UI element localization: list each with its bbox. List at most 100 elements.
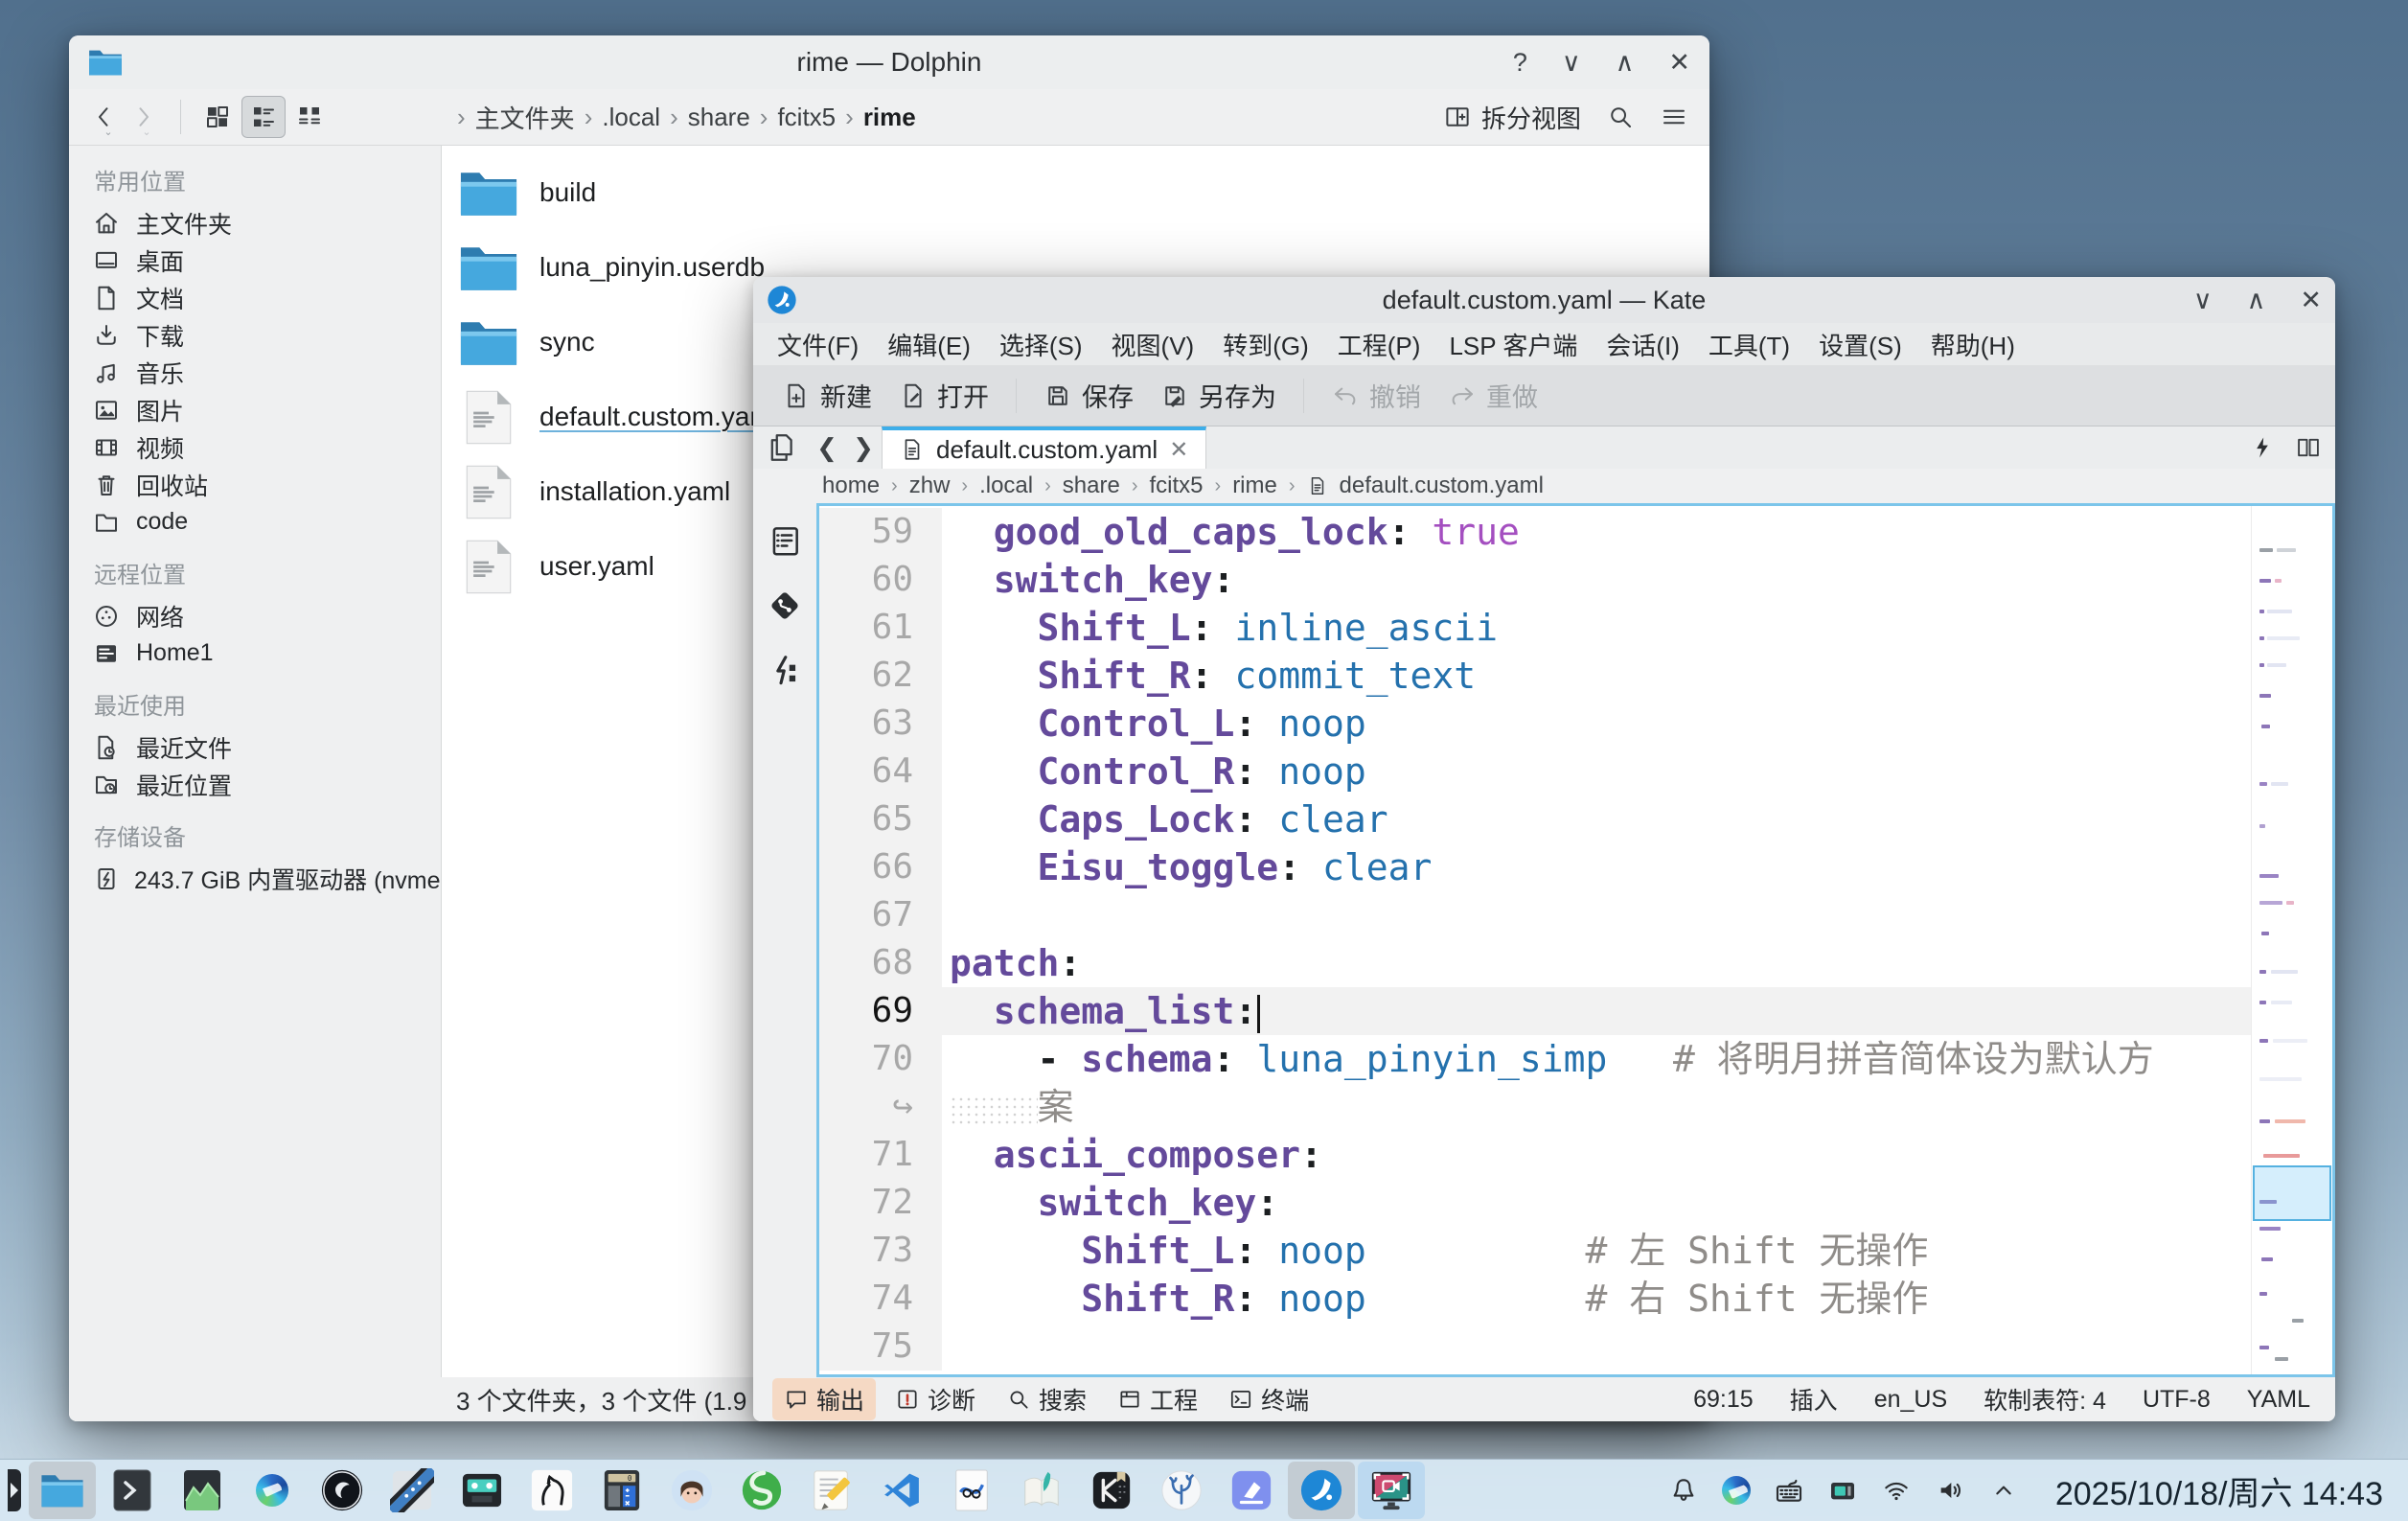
breadcrumb-item[interactable]: .local [979,472,1033,499]
split-view-icon[interactable] [2295,434,2322,461]
taskbar-app-kate[interactable] [1288,1462,1355,1519]
breadcrumb-item[interactable]: zhw [909,472,951,499]
split-view-button[interactable]: 拆分视图 [1443,100,1581,135]
statusbar-project-button[interactable]: 工程 [1106,1378,1209,1420]
compact-view-button[interactable] [287,96,332,138]
icons-view-button[interactable] [195,96,240,138]
breadcrumb-item[interactable]: .local [602,103,660,132]
taskbar-app-koodo[interactable] [1078,1462,1145,1519]
sidebar-item-主文件夹[interactable]: 主文件夹 [92,204,431,242]
taskbar-app-green-swirl[interactable] [728,1462,795,1519]
minimize-button[interactable]: ∨ [2193,288,2213,313]
sidebar-item-回收站[interactable]: 回收站 [92,466,431,503]
statusbar-info[interactable]: 69:15 [1693,1386,1754,1414]
taskbar-app-eraser[interactable] [1218,1462,1285,1519]
menu-LSP 客户端[interactable]: LSP 客户端 [1434,327,1592,362]
taskbar-app-cassette[interactable] [448,1462,516,1519]
taskbar-app-obs[interactable] [309,1462,376,1519]
taskbar-app-dolphin[interactable] [29,1462,96,1519]
git-icon[interactable] [767,588,803,624]
maximize-button[interactable]: ∧ [2247,288,2266,313]
sidebar-item-文档[interactable]: 文档 [92,279,431,316]
menu-选择[interactable]: 选择(S) [985,327,1097,362]
sidebar-item-网络[interactable]: 网络 [92,597,431,634]
menu-会话[interactable]: 会话(I) [1592,327,1694,362]
close-button[interactable]: ✕ [1668,50,1690,76]
search-icon[interactable] [1606,103,1635,131]
breadcrumb-item[interactable]: share [1063,472,1120,499]
undo-button[interactable]: 撤销 [1318,377,1434,414]
taskbar-app-kdenlive[interactable] [378,1462,446,1519]
menu-设置[interactable]: 设置(S) [1804,327,1916,362]
breadcrumb-item[interactable]: rime [1232,472,1277,499]
details-view-button[interactable] [241,96,286,138]
tray-notifications-icon[interactable] [1668,1475,1699,1506]
snippets-icon[interactable] [767,653,803,689]
tab-forward-icon[interactable]: ❯ [845,426,882,469]
taskbar-app-vscode[interactable] [868,1462,935,1519]
statusbar-info[interactable]: 插入 [1790,1382,1838,1417]
breadcrumb-item[interactable]: fcitx5 [1150,472,1204,499]
breadcrumb-item[interactable]: 主文件夹 [475,100,575,135]
tray-input-method-icon[interactable] [1827,1475,1858,1506]
forward-button[interactable] [128,103,167,131]
statusbar-info[interactable]: YAML [2247,1386,2310,1414]
tray-keyboard-icon[interactable] [1774,1475,1804,1506]
sidebar-item-最近位置[interactable]: 最近位置 [92,766,431,803]
taskbar-app-notes[interactable] [798,1462,865,1519]
statusbar-info[interactable]: 软制表符: 4 [1984,1382,2106,1417]
tray-expand-icon[interactable] [1988,1475,2019,1506]
statusbar-terminal-button[interactable]: 终端 [1217,1378,1320,1420]
text-editor[interactable]: 59 good_old_caps_lock: true60 switch_key… [816,503,2335,1377]
taskbar-app-konsole[interactable] [99,1462,166,1519]
menu-工具[interactable]: 工具(T) [1694,327,1804,362]
tab-default-custom-yaml[interactable]: default.custom.yaml ✕ [882,426,1206,469]
documents-stack-icon[interactable] [753,426,809,469]
sidebar-item-Home1[interactable]: Home1 [92,634,431,672]
sidebar-item-视频[interactable]: 视频 [92,428,431,466]
menu-文件[interactable]: 文件(F) [763,327,873,362]
clock[interactable]: 2025/10/18/周六 14:43 [2042,1467,2383,1514]
menu-视图[interactable]: 视图(V) [1097,327,1209,362]
minimize-button[interactable]: ∨ [1562,50,1581,76]
breadcrumb-item[interactable]: home [822,472,880,499]
statusbar-info[interactable]: en_US [1874,1386,1947,1414]
tray-edge-icon[interactable] [1722,1476,1751,1505]
tab-back-icon[interactable]: ❮ [809,426,845,469]
sidebar-item-音乐[interactable]: 音乐 [92,354,431,391]
menu-icon[interactable] [1660,103,1688,131]
breadcrumb-current-file[interactable]: default.custom.yaml [1340,472,1544,499]
back-button[interactable] [90,103,128,131]
sidebar-item-下载[interactable]: 下载 [92,316,431,354]
close-button[interactable]: ✕ [2300,288,2322,313]
statusbar-output-button[interactable]: 输出 [772,1378,876,1420]
minimap-viewport[interactable] [2253,1165,2331,1221]
taskbar-app-system-monitor[interactable] [169,1462,236,1519]
menu-转到[interactable]: 转到(G) [1208,327,1323,362]
menu-工程[interactable]: 工程(P) [1323,327,1435,362]
quick-open-icon[interactable] [2249,434,2276,461]
statusbar-info[interactable]: UTF-8 [2143,1386,2211,1414]
minimap-scrollbar[interactable] [2251,506,2332,1374]
taskbar-app-coral[interactable] [1148,1462,1215,1519]
sidebar-item-243.7-GiB-内置驱动器-(nvme0n1p7)[interactable]: 243.7 GiB 内置驱动器 (nvme0n1p7) [92,860,431,924]
menu-编辑[interactable]: 编辑(E) [873,327,985,362]
documents-icon[interactable] [767,522,803,559]
taskbar-app-chess[interactable] [518,1462,585,1519]
launcher-edge-icon[interactable] [8,1469,21,1511]
save-button[interactable]: 保存 [1030,377,1147,414]
sidebar-item-code[interactable]: code [92,503,431,541]
file-row-build[interactable]: build [457,155,1709,230]
tab-close-icon[interactable]: ✕ [1169,436,1188,464]
breadcrumb-item[interactable]: rime [863,103,916,132]
tray-wifi-icon[interactable] [1881,1475,1912,1506]
menu-帮助[interactable]: 帮助(H) [1916,327,2030,362]
statusbar-search-button[interactable]: 搜索 [995,1378,1098,1420]
help-button[interactable]: ? [1513,50,1527,76]
doc-open-button[interactable]: 打开 [885,377,1002,414]
dolphin-titlebar[interactable]: rime — Dolphin ?∨∧✕ [69,35,1709,89]
kate-titlebar[interactable]: default.custom.yaml — Kate ∨∧✕ [753,277,2335,323]
sidebar-item-最近文件[interactable]: 最近文件 [92,728,431,766]
redo-button[interactable]: 重做 [1434,377,1551,414]
taskbar-app-avatar[interactable] [658,1462,725,1519]
